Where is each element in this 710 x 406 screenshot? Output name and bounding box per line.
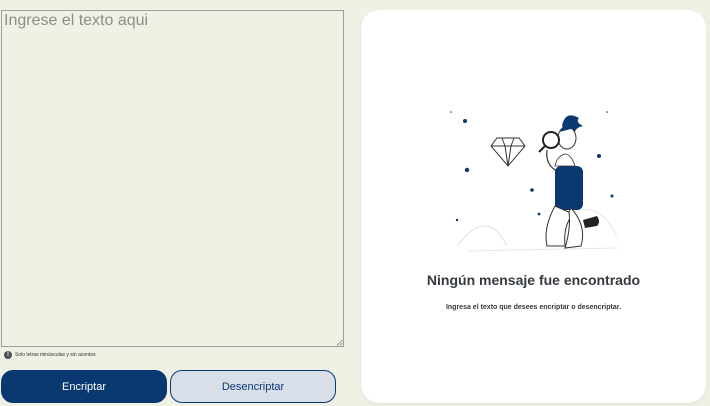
encrypt-button[interactable]: Encriptar (1, 370, 167, 403)
resize-grip-icon[interactable] (336, 339, 343, 346)
searching-person-illustration (450, 111, 618, 252)
output-panel: Ningún mensaje fue encontrado Ingresa el… (361, 10, 706, 403)
input-hint: ! Solo letras minúsculas y sin acentos (4, 350, 96, 360)
decrypt-button[interactable]: Desencriptar (170, 370, 336, 403)
text-input[interactable] (1, 10, 344, 347)
empty-message-subtitle: Ingresa el texto que desees encriptar o … (445, 304, 622, 311)
empty-message-title: Ningún mensaje fue encontrado (426, 272, 641, 288)
info-icon: ! (4, 351, 12, 359)
hint-text: Solo letras minúsculas y sin acentos (15, 352, 96, 358)
